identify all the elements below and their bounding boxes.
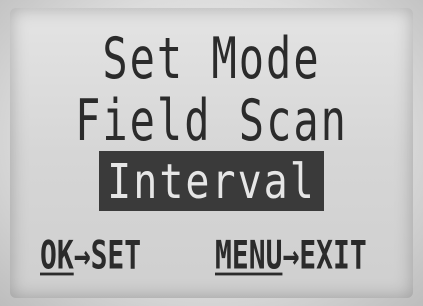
selected-option-interval[interactable]: Interval (99, 151, 324, 211)
mode-label: Field Scan (75, 87, 348, 154)
lcd-screen: Set Mode Field Scan Interval OK→SET MENU… (10, 8, 413, 298)
ok-set-hint[interactable]: OK→SET (40, 232, 141, 278)
device-bezel: Set Mode Field Scan Interval OK→SET MENU… (0, 0, 423, 306)
ok-action-label: →SET (73, 232, 142, 279)
key-hints: OK→SET MENU→EXIT (10, 232, 413, 282)
menu-key-label: MENU (215, 232, 283, 279)
ok-key-label: OK (40, 232, 74, 279)
menu-exit-hint[interactable]: MENU→EXIT (215, 232, 367, 278)
option-row: Interval (10, 151, 413, 211)
menu-title: Set Mode (102, 25, 321, 92)
menu-action-label: →EXIT (282, 232, 367, 279)
